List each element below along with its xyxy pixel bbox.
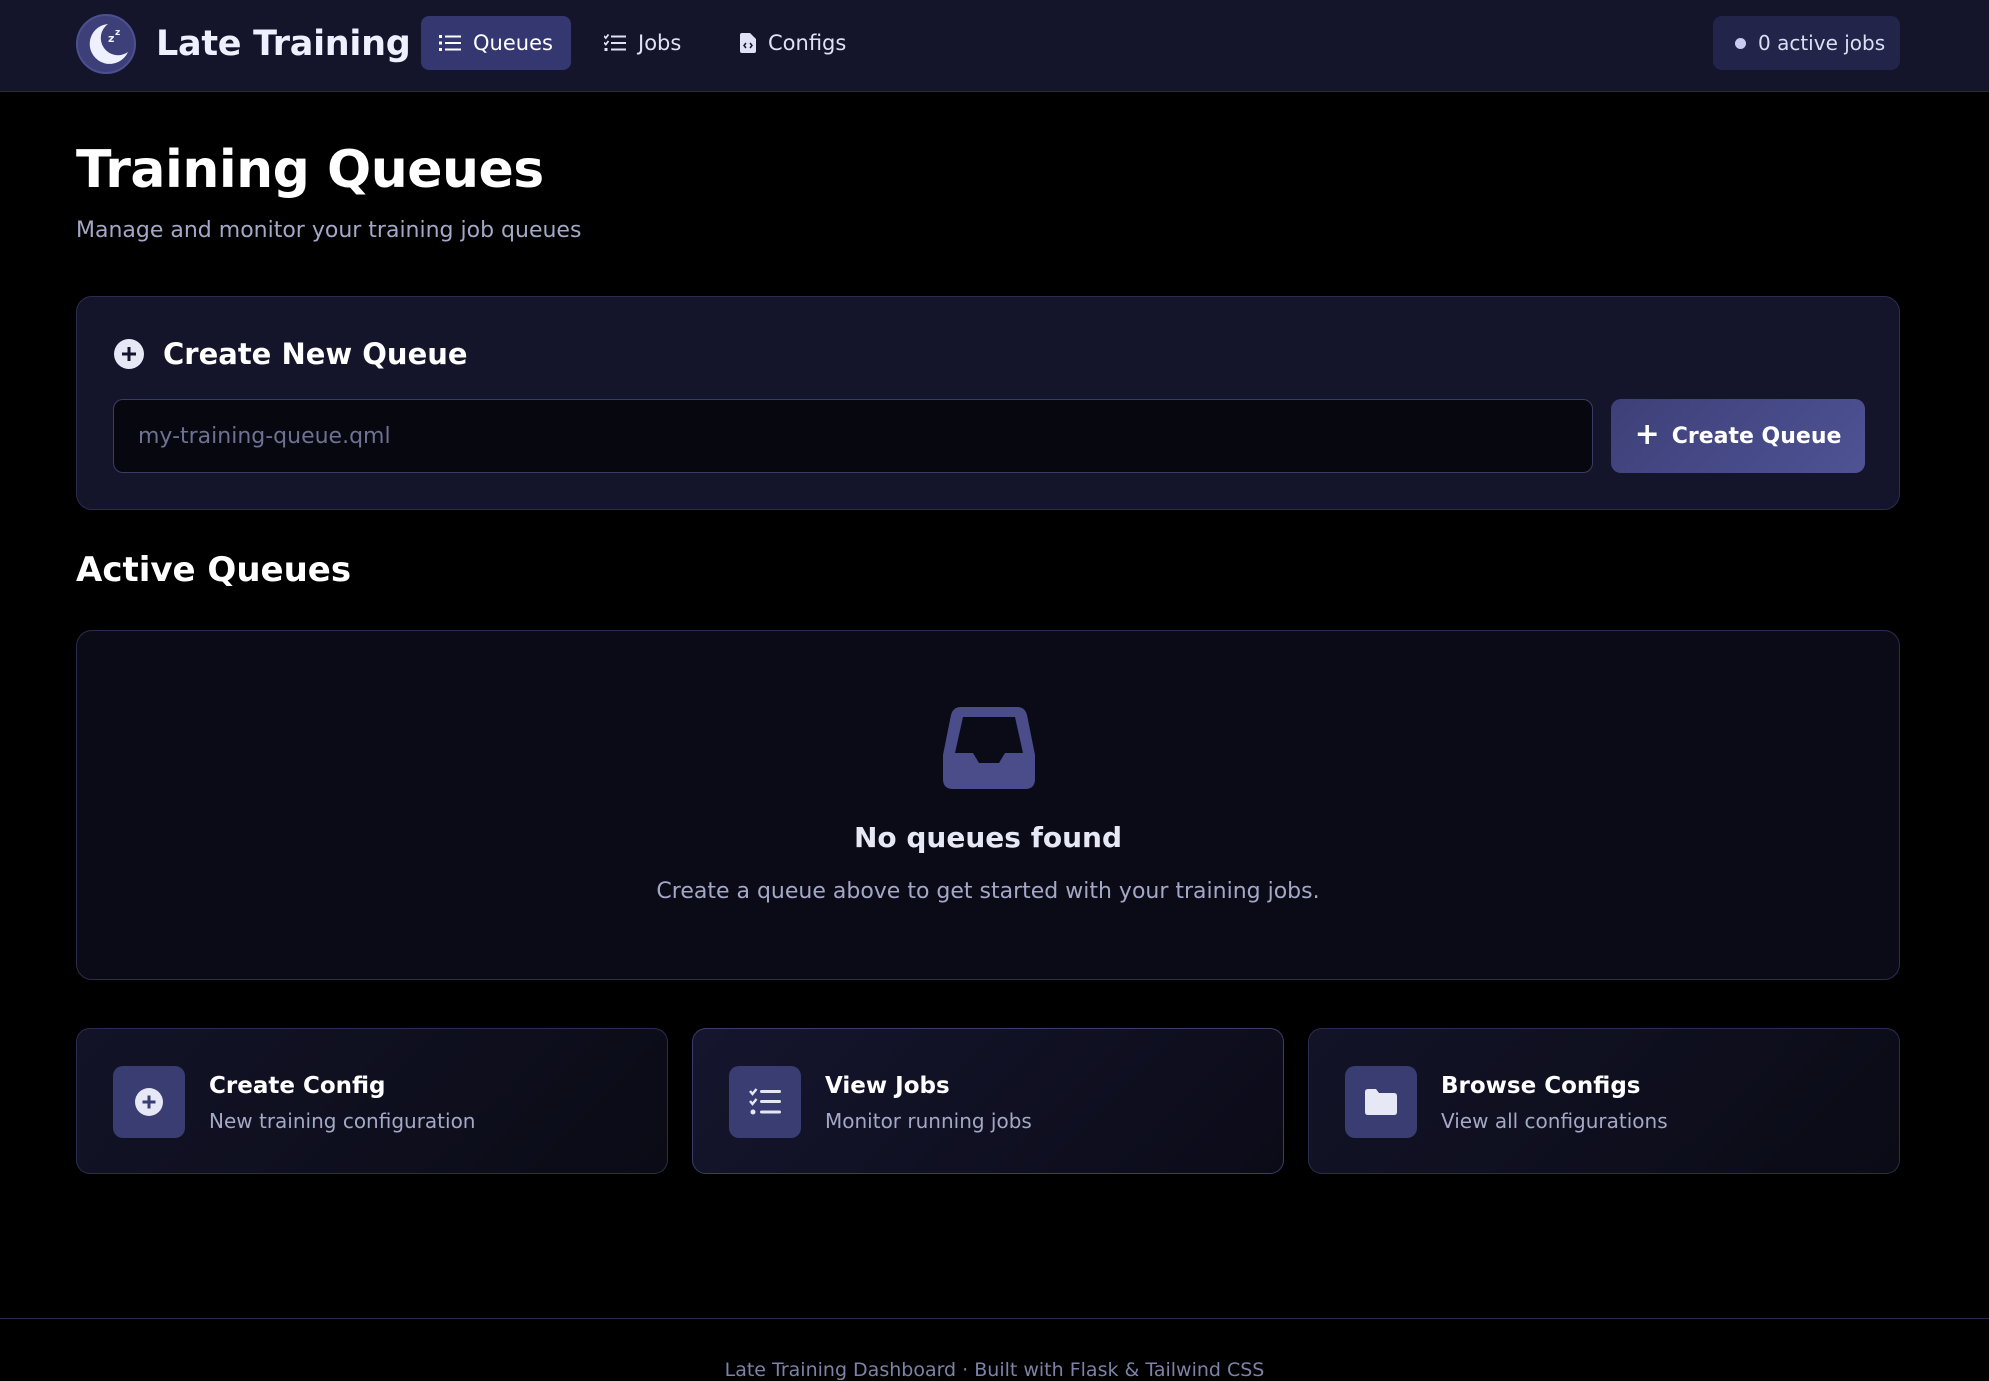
list-icon	[439, 35, 461, 51]
folder-icon	[1345, 1066, 1417, 1138]
quick-action-title: Browse Configs	[1441, 1073, 1641, 1099]
create-queue-card: Create New Queue + Create Queue	[76, 296, 1900, 510]
empty-state-title: No queues found	[853, 821, 1123, 854]
quick-action-title: Create Config	[209, 1073, 386, 1099]
svg-text:z: z	[115, 28, 120, 38]
plus-circle-icon	[113, 1066, 185, 1138]
active-queues-title: Active Queues	[76, 550, 352, 590]
nav-item-configs[interactable]: Configs	[722, 16, 864, 70]
plus-circle-icon	[114, 339, 144, 369]
quick-action-title: View Jobs	[825, 1073, 950, 1099]
create-queue-header: Create New Queue	[113, 337, 468, 371]
nav-label: Jobs	[638, 31, 682, 55]
status-text: 0 active jobs	[1758, 31, 1886, 55]
brand[interactable]: z z Late Training	[76, 14, 411, 74]
svg-text:z: z	[108, 32, 114, 45]
quick-action-view-jobs[interactable]: View Jobs Monitor running jobs	[692, 1028, 1284, 1174]
moon-sleep-icon: z z	[76, 14, 136, 74]
active-jobs-status: 0 active jobs	[1713, 16, 1900, 70]
status-dot-icon	[1735, 37, 1746, 49]
checklist-icon	[729, 1066, 801, 1138]
quick-action-create-config[interactable]: Create Config New training configuration	[76, 1028, 668, 1174]
nav-item-queues[interactable]: Queues	[421, 16, 571, 70]
create-queue-button[interactable]: + Create Queue	[1611, 399, 1865, 473]
create-queue-title: Create New Queue	[163, 337, 468, 371]
quick-action-browse-configs[interactable]: Browse Configs View all configurations	[1308, 1028, 1900, 1174]
quick-action-subtitle: View all configurations	[1441, 1109, 1668, 1133]
footer-text: Late Training Dashboard · Built with Fla…	[724, 1359, 1265, 1381]
empty-state-text: Create a queue above to get started with…	[656, 879, 1320, 904]
nav-label: Configs	[768, 31, 847, 55]
plus-icon: +	[1634, 416, 1660, 452]
nav-item-jobs[interactable]: Jobs	[586, 16, 699, 70]
queue-name-input[interactable]	[113, 399, 1593, 473]
active-queues-empty-state: No queues found Create a queue above to …	[76, 630, 1900, 980]
top-navbar: z z Late Training Queues Jobs Configs 0 …	[0, 0, 1989, 92]
page-title: Training Queues	[76, 140, 544, 200]
inbox-icon	[943, 707, 1035, 789]
footer: Late Training Dashboard · Built with Fla…	[0, 1318, 1989, 1381]
file-code-icon	[740, 33, 756, 53]
brand-title: Late Training	[156, 24, 411, 64]
page-subtitle: Manage and monitor your training job que…	[76, 218, 582, 243]
checklist-icon	[604, 34, 626, 51]
create-queue-button-label: Create Queue	[1671, 423, 1842, 449]
quick-action-subtitle: New training configuration	[209, 1109, 476, 1133]
quick-action-subtitle: Monitor running jobs	[825, 1109, 1032, 1133]
nav-label: Queues	[473, 31, 553, 55]
